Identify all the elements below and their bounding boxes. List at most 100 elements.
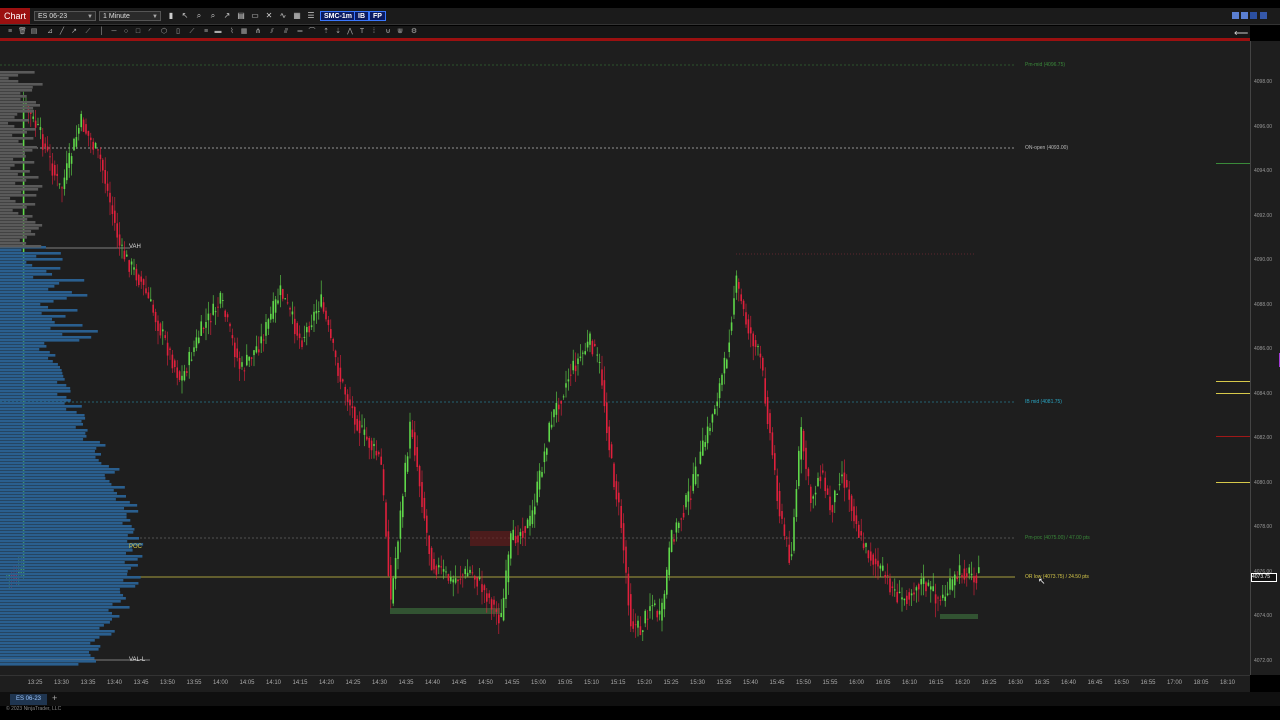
ray-icon[interactable]: ↗ <box>70 28 78 36</box>
time-tick-label: 15:00 <box>530 680 547 686</box>
candle-body <box>171 354 174 369</box>
prior-profile-bar <box>0 194 37 197</box>
volume-profile-bar <box>0 450 95 453</box>
volume-profile-bar <box>0 522 123 525</box>
instrument-selector[interactable]: ES 06-23 ▼ <box>34 11 96 21</box>
indicators-icon[interactable]: ∿ <box>278 11 288 21</box>
gann-icon[interactable]: ▦ <box>240 28 248 36</box>
candle-body <box>961 575 963 578</box>
pointer-icon[interactable]: ↖ <box>180 11 190 21</box>
candle-body <box>186 371 188 373</box>
prior-profile-bar <box>0 77 9 80</box>
volume-profile-bar <box>0 573 128 576</box>
pill-smc[interactable]: SMC-1m <box>320 11 357 21</box>
pill-ib[interactable]: IB <box>354 11 369 21</box>
candle-body <box>224 310 226 317</box>
prior-profile-bar <box>0 128 36 131</box>
add-tab-button[interactable]: + <box>52 693 57 703</box>
stay-in-draw-icon[interactable]: ⋓ <box>396 28 404 36</box>
settings-icon[interactable]: ⚙ <box>410 28 418 36</box>
candle-body <box>56 173 58 176</box>
templates-icon[interactable]: ▭ <box>250 11 260 21</box>
extended-line-icon[interactable]: ⟋ <box>84 28 92 36</box>
region-icon[interactable]: ▯ <box>174 28 182 36</box>
time-axis[interactable]: 13:25 13:30 13:35 13:40 13:45 13:50 13:55 14:00… <box>0 675 1250 692</box>
volume-profile-bar <box>0 273 53 276</box>
volume-profile-bar <box>0 474 105 477</box>
data-box-icon[interactable]: ▤ <box>236 11 246 21</box>
ruler-icon[interactable]: ⊿ <box>46 28 54 36</box>
fib-circle-icon[interactable]: ⌇ <box>228 28 236 36</box>
restore-button[interactable] <box>1241 12 1248 19</box>
polygon-icon[interactable]: ⬡ <box>160 28 168 36</box>
candle-body <box>409 421 411 449</box>
vertical-line-icon[interactable]: │ <box>98 28 106 36</box>
magnet-icon[interactable]: ⊍ <box>384 28 392 36</box>
collapse-arrow-icon[interactable]: ⟵ <box>1234 28 1248 39</box>
prior-profile-bar <box>0 86 33 89</box>
chart-panel[interactable]: Pm-mid (4096.75) ON-open (4093.00) IB mi… <box>0 41 1250 712</box>
time-tick-label: 13:50 <box>159 680 176 686</box>
text-icon[interactable]: T <box>358 28 366 36</box>
andrews-icon[interactable]: ⋔ <box>254 28 262 36</box>
candle-body <box>399 510 402 539</box>
timeframe-selector[interactable]: 1 Minute ▼ <box>99 11 161 21</box>
arrow-down-icon[interactable]: ⇣ <box>334 28 342 36</box>
candle-body <box>620 506 622 528</box>
candle-body <box>150 299 152 302</box>
candle-body <box>730 322 733 331</box>
volume-profile-bar <box>0 648 99 651</box>
candle-body <box>498 614 500 624</box>
prior-profile-bar <box>0 146 37 149</box>
time-tick-label: 14:10 <box>265 680 282 686</box>
regression-icon[interactable]: ⫽ <box>268 28 276 36</box>
risk-reward-icon[interactable]: ═ <box>296 28 304 36</box>
bar-type-icon[interactable]: ▮ <box>166 11 176 21</box>
candle-body <box>176 367 178 378</box>
trash-icon[interactable]: 🗑 <box>18 28 27 36</box>
candle-body <box>474 576 476 580</box>
volume-profile-bar <box>0 513 127 516</box>
stack-icon[interactable]: ▤ <box>30 28 38 36</box>
arrow-up-icon[interactable]: ⇡ <box>322 28 330 36</box>
candle-body <box>862 543 865 549</box>
volume-profile-bar <box>0 534 128 537</box>
volume-profile-bar <box>0 279 85 282</box>
fib-time-icon[interactable]: ▬ <box>214 28 222 36</box>
price-axis[interactable]: 4073.75 4098.00 4096.00 4094.00 4092.00 4090… <box>1216 41 1280 708</box>
candle-body <box>865 543 867 547</box>
candle-body <box>632 621 634 629</box>
arc-icon[interactable]: ◜ <box>146 28 154 36</box>
volume-profile-bar <box>0 618 112 621</box>
candle-body <box>332 338 334 343</box>
menu-icon[interactable]: ≡ <box>6 28 14 36</box>
horizontal-line-icon[interactable]: ─ <box>110 28 118 36</box>
dots-icon[interactable]: ⁞ <box>370 28 378 36</box>
list-icon[interactable]: ☰ <box>306 11 316 21</box>
zoom-in-icon[interactable]: ⌕ <box>194 11 204 21</box>
close-button[interactable] <box>1260 12 1267 19</box>
fib-ext-icon[interactable]: ≡ <box>202 28 210 36</box>
fib-icon[interactable]: ⟋ <box>188 28 196 36</box>
pill-fp[interactable]: FP <box>369 11 386 21</box>
maximize-button[interactable] <box>1250 12 1257 19</box>
line-icon[interactable]: ╱ <box>58 28 66 36</box>
ellipse-icon[interactable]: ○ <box>122 28 130 36</box>
strategies-icon[interactable]: ✕ <box>264 11 274 21</box>
zoom-out-icon[interactable]: ⌕ <box>208 11 218 21</box>
time-cycles-icon[interactable]: ⌒ <box>308 28 316 36</box>
candle-body <box>846 479 848 488</box>
properties-icon[interactable]: ▦ <box>292 11 302 21</box>
chart-window-tab[interactable]: Chart <box>0 8 31 24</box>
candle-body <box>668 547 670 576</box>
candle-body <box>706 426 709 444</box>
volume-profile-bar <box>0 306 49 309</box>
time-tick-label: 16:35 <box>1034 680 1050 686</box>
rectangle-icon[interactable]: □ <box>134 28 142 36</box>
tab-es-06-23[interactable]: ES 06-23 <box>10 694 48 705</box>
minimize-button[interactable] <box>1232 12 1239 19</box>
zigzag-icon[interactable]: ⋀ <box>346 28 354 36</box>
trend-channel-icon[interactable]: ⫻ <box>282 28 290 36</box>
cursor-icon[interactable]: ↗ <box>222 11 232 21</box>
candle-body <box>795 489 798 517</box>
